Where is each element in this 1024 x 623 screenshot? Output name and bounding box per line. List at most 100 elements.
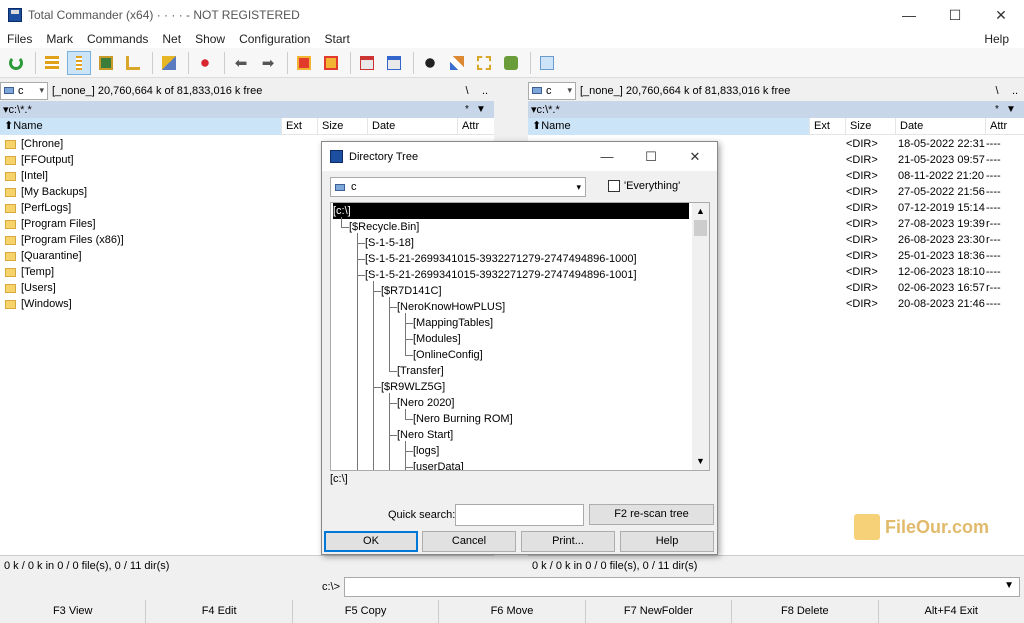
menu-help[interactable]: Help xyxy=(977,32,1016,46)
close-button[interactable]: ✕ xyxy=(978,0,1024,30)
scroll-down-icon[interactable]: ▼ xyxy=(692,453,709,470)
tree-node[interactable]: [S-1-5-21-2699341015-3932271279-27474948… xyxy=(365,251,637,267)
tree-node[interactable]: [Transfer] xyxy=(397,363,444,379)
root-dir-button[interactable]: \ xyxy=(988,85,1006,97)
back-icon[interactable]: ⬅ xyxy=(229,51,253,75)
column-size[interactable]: Size xyxy=(318,117,368,135)
f5-copy-button[interactable]: F5 Copy xyxy=(293,600,440,623)
tree-node[interactable]: [logs] xyxy=(413,443,439,459)
compare-icon[interactable] xyxy=(499,51,523,75)
f3-view-button[interactable]: F3 View xyxy=(0,600,147,623)
drive-dropdown[interactable]: c ▾ xyxy=(528,81,576,100)
column-ext[interactable]: Ext xyxy=(810,117,846,135)
refresh-icon[interactable] xyxy=(4,51,28,75)
dialog-minimize-button[interactable]: — xyxy=(585,149,629,165)
everything-checkbox[interactable]: 'Everything' xyxy=(608,180,680,192)
search-icon[interactable] xyxy=(418,51,442,75)
tree-node[interactable]: [NeroKnowHowPLUS] xyxy=(397,299,505,315)
maximize-button[interactable]: ☐ xyxy=(932,0,978,30)
list-item[interactable]: <DIR> 02-06-2023 16:57 r--- xyxy=(846,280,1024,296)
tree-scrollbar[interactable]: ▲ ▼ xyxy=(692,203,709,470)
tree-node[interactable]: [MappingTables] xyxy=(413,315,493,331)
column-attr[interactable]: Attr xyxy=(458,118,492,135)
dialog-close-button[interactable]: ✕ xyxy=(673,149,717,165)
unpack-icon[interactable] xyxy=(319,51,343,75)
minimize-button[interactable]: — xyxy=(886,0,932,30)
column-date[interactable]: Date xyxy=(896,117,986,135)
column-name[interactable]: ⬆Name xyxy=(528,117,810,135)
scroll-up-icon[interactable]: ▲ xyxy=(692,203,709,220)
url-icon[interactable] xyxy=(382,51,406,75)
dialog-drive-dropdown[interactable]: c ▾ xyxy=(330,177,586,197)
menu-commands[interactable]: Commands xyxy=(80,32,155,46)
hotlist-button[interactable]: ▼ xyxy=(1004,104,1018,115)
thumbnail-view-icon[interactable] xyxy=(94,51,118,75)
brief-view-icon[interactable] xyxy=(40,51,64,75)
path-bar[interactable]: ▾c:\*.* * ▼ xyxy=(0,101,494,118)
f7-newfolder-button[interactable]: F7 NewFolder xyxy=(586,600,733,623)
tree-node[interactable]: [$Recycle.Bin] xyxy=(349,219,419,235)
help-button[interactable]: Help xyxy=(620,531,714,552)
full-view-icon[interactable] xyxy=(67,50,91,75)
tree-node[interactable]: [S-1-5-21-2699341015-3932271279-27474948… xyxy=(365,267,637,283)
list-item[interactable]: <DIR> 08-11-2022 21:20 ---- xyxy=(846,168,1024,184)
column-ext[interactable]: Ext xyxy=(282,117,318,135)
directory-tree[interactable]: [c:\] [$Recycle.Bin] [S-1-5-18] [S-1-5-21-2… xyxy=(330,202,710,471)
exit-button[interactable]: Alt+F4 Exit xyxy=(879,600,1024,623)
invert-selection-icon[interactable] xyxy=(157,51,181,75)
tree-node[interactable]: [Nero Burning ROM] xyxy=(413,411,513,427)
list-item[interactable]: <DIR> 27-08-2023 19:39 r--- xyxy=(846,216,1024,232)
root-dir-button[interactable]: \ xyxy=(458,85,476,97)
command-input[interactable]: ▼ xyxy=(344,577,1020,597)
parent-dir-button[interactable]: .. xyxy=(1006,85,1024,97)
column-size[interactable]: Size xyxy=(846,117,896,135)
forward-icon[interactable]: ➡ xyxy=(256,51,280,75)
list-item[interactable]: <DIR> 18-05-2022 22:31 ---- xyxy=(846,136,1024,152)
list-item[interactable]: <DIR> 21-05-2023 09:57 ---- xyxy=(846,152,1024,168)
parent-dir-button[interactable]: .. xyxy=(476,85,494,97)
menu-start[interactable]: Start xyxy=(317,32,356,46)
column-name[interactable]: ⬆Name xyxy=(0,117,282,135)
drive-dropdown[interactable]: c ▾ xyxy=(0,81,48,100)
rescan-tree-button[interactable]: F2 re-scan tree xyxy=(589,504,714,525)
dialog-maximize-button[interactable]: ☐ xyxy=(629,149,673,165)
sync-dirs-icon[interactable] xyxy=(472,51,496,75)
history-button[interactable]: * xyxy=(990,104,1004,115)
print-button[interactable]: Print... xyxy=(521,531,615,552)
menu-mark[interactable]: Mark xyxy=(39,32,80,46)
column-attr[interactable]: Attr xyxy=(986,118,1022,135)
menu-files[interactable]: Files xyxy=(0,32,39,46)
scroll-thumb[interactable] xyxy=(694,220,707,236)
tree-node[interactable]: [S-1-5-18] xyxy=(365,235,414,251)
list-item[interactable]: <DIR> 25-01-2023 18:36 ---- xyxy=(846,248,1024,264)
checkbox-box[interactable] xyxy=(608,180,620,192)
menu-show[interactable]: Show xyxy=(188,32,232,46)
sort-icon[interactable] xyxy=(193,51,217,75)
ftp-icon[interactable] xyxy=(355,51,379,75)
notepad-icon[interactable] xyxy=(535,51,559,75)
list-item[interactable]: <DIR> 27-05-2022 21:56 ---- xyxy=(846,184,1024,200)
f4-edit-button[interactable]: F4 Edit xyxy=(146,600,293,623)
list-item[interactable]: <DIR> 12-06-2023 18:10 ---- xyxy=(846,264,1024,280)
tree-node[interactable]: [userData] xyxy=(413,459,464,470)
tree-node[interactable]: [Modules] xyxy=(413,331,461,347)
f8-delete-button[interactable]: F8 Delete xyxy=(732,600,879,623)
tree-node[interactable]: [OnlineConfig] xyxy=(413,347,483,363)
list-item[interactable]: <DIR> 20-08-2023 21:46 ---- xyxy=(846,296,1024,312)
ok-button[interactable]: OK xyxy=(324,531,418,552)
quick-search-input[interactable] xyxy=(455,504,584,526)
cancel-button[interactable]: Cancel xyxy=(422,531,516,552)
tree-node[interactable]: [$R9WLZ5G] xyxy=(381,379,445,395)
menu-configuration[interactable]: Configuration xyxy=(232,32,317,46)
multi-rename-icon[interactable] xyxy=(445,51,469,75)
menu-net[interactable]: Net xyxy=(155,32,188,46)
list-item[interactable]: <DIR> 07-12-2019 15:14 ---- xyxy=(846,200,1024,216)
path-bar[interactable]: ▾c:\*.* * ▼ xyxy=(528,101,1024,118)
pack-icon[interactable] xyxy=(292,51,316,75)
column-date[interactable]: Date xyxy=(368,117,458,135)
tree-view-icon[interactable] xyxy=(121,51,145,75)
list-item[interactable]: <DIR> 26-08-2023 23:30 r--- xyxy=(846,232,1024,248)
chevron-down-icon[interactable]: ▼ xyxy=(1004,580,1014,591)
tree-node[interactable]: [$R7D141C] xyxy=(381,283,442,299)
tree-node-selected[interactable]: [c:\] xyxy=(333,203,689,219)
